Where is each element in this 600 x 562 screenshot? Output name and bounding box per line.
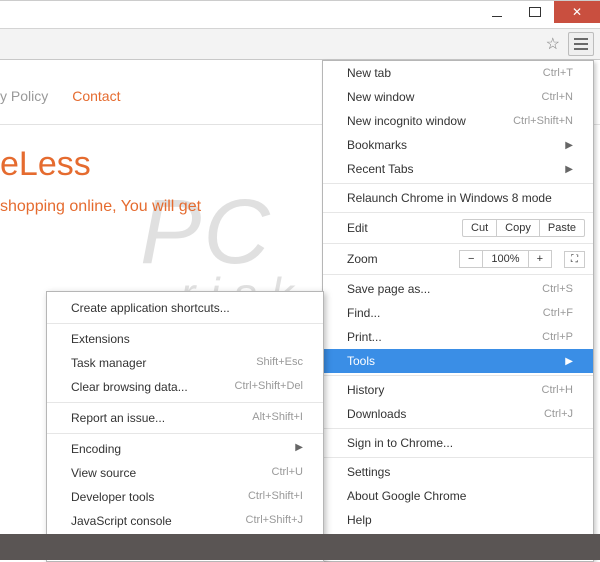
menu-save-page[interactable]: Save page as...Ctrl+S	[323, 277, 593, 301]
menu-edit-row: Edit Cut Copy Paste	[323, 215, 593, 241]
window-titlebar	[0, 0, 600, 28]
menu-tools[interactable]: Tools▶	[323, 349, 593, 373]
menu-about[interactable]: About Google Chrome	[323, 484, 593, 508]
zoom-in-button[interactable]: +	[528, 250, 552, 268]
menu-recent-tabs[interactable]: Recent Tabs▶	[323, 157, 593, 181]
menu-print[interactable]: Print...Ctrl+P	[323, 325, 593, 349]
close-button[interactable]	[554, 1, 600, 23]
zoom-value: 100%	[482, 250, 528, 268]
menu-settings[interactable]: Settings	[323, 460, 593, 484]
menu-relaunch[interactable]: Relaunch Chrome in Windows 8 mode	[323, 186, 593, 210]
menu-help[interactable]: Help	[323, 508, 593, 532]
tools-clear-data[interactable]: Clear browsing data...Ctrl+Shift+Del	[47, 375, 323, 399]
menu-find[interactable]: Find...Ctrl+F	[323, 301, 593, 325]
edit-paste-button[interactable]: Paste	[539, 220, 584, 236]
menu-new-window[interactable]: New windowCtrl+N	[323, 85, 593, 109]
chevron-right-icon: ▶	[295, 442, 303, 456]
edit-cut-button[interactable]: Cut	[463, 220, 496, 236]
tools-js-console[interactable]: JavaScript consoleCtrl+Shift+J	[47, 509, 323, 533]
chevron-right-icon: ▶	[565, 164, 573, 175]
menu-downloads[interactable]: DownloadsCtrl+J	[323, 402, 593, 426]
edit-label: Edit	[347, 221, 456, 235]
edit-copy-button[interactable]: Copy	[496, 220, 539, 236]
menu-history[interactable]: HistoryCtrl+H	[323, 378, 593, 402]
tools-encoding[interactable]: Encoding▶	[47, 437, 323, 461]
chevron-right-icon: ▶	[565, 356, 573, 367]
menu-new-incognito[interactable]: New incognito windowCtrl+Shift+N	[323, 109, 593, 133]
chrome-main-menu: New tabCtrl+T New windowCtrl+N New incog…	[322, 60, 594, 562]
menu-new-tab[interactable]: New tabCtrl+T	[323, 61, 593, 85]
tools-report-issue[interactable]: Report an issue...Alt+Shift+I	[47, 406, 323, 430]
fullscreen-button[interactable]: ⛶	[564, 251, 585, 268]
nav-contact[interactable]: Contact	[72, 88, 120, 104]
chrome-menu-button[interactable]	[568, 32, 594, 56]
chevron-right-icon: ▶	[565, 140, 573, 151]
tools-task-manager[interactable]: Task managerShift+Esc	[47, 351, 323, 375]
minimize-button[interactable]	[478, 1, 516, 23]
footer-stripe	[0, 534, 600, 560]
maximize-button[interactable]	[516, 1, 554, 23]
bookmark-star-icon[interactable]: ☆	[542, 32, 564, 56]
zoom-out-button[interactable]: −	[459, 250, 483, 268]
tools-view-source[interactable]: View sourceCtrl+U	[47, 461, 323, 485]
tools-developer-tools[interactable]: Developer toolsCtrl+Shift+I	[47, 485, 323, 509]
nav-policy[interactable]: y Policy	[0, 88, 48, 104]
browser-toolbar: ☆	[0, 28, 600, 60]
menu-zoom-row: Zoom − 100% + ⛶	[323, 246, 593, 272]
tools-extensions[interactable]: Extensions	[47, 327, 323, 351]
menu-bookmarks[interactable]: Bookmarks▶	[323, 133, 593, 157]
zoom-label: Zoom	[347, 252, 454, 266]
tools-submenu: Create application shortcuts... Extensio…	[46, 291, 324, 562]
menu-sign-in[interactable]: Sign in to Chrome...	[323, 431, 593, 455]
tools-create-shortcuts[interactable]: Create application shortcuts...	[47, 296, 323, 320]
